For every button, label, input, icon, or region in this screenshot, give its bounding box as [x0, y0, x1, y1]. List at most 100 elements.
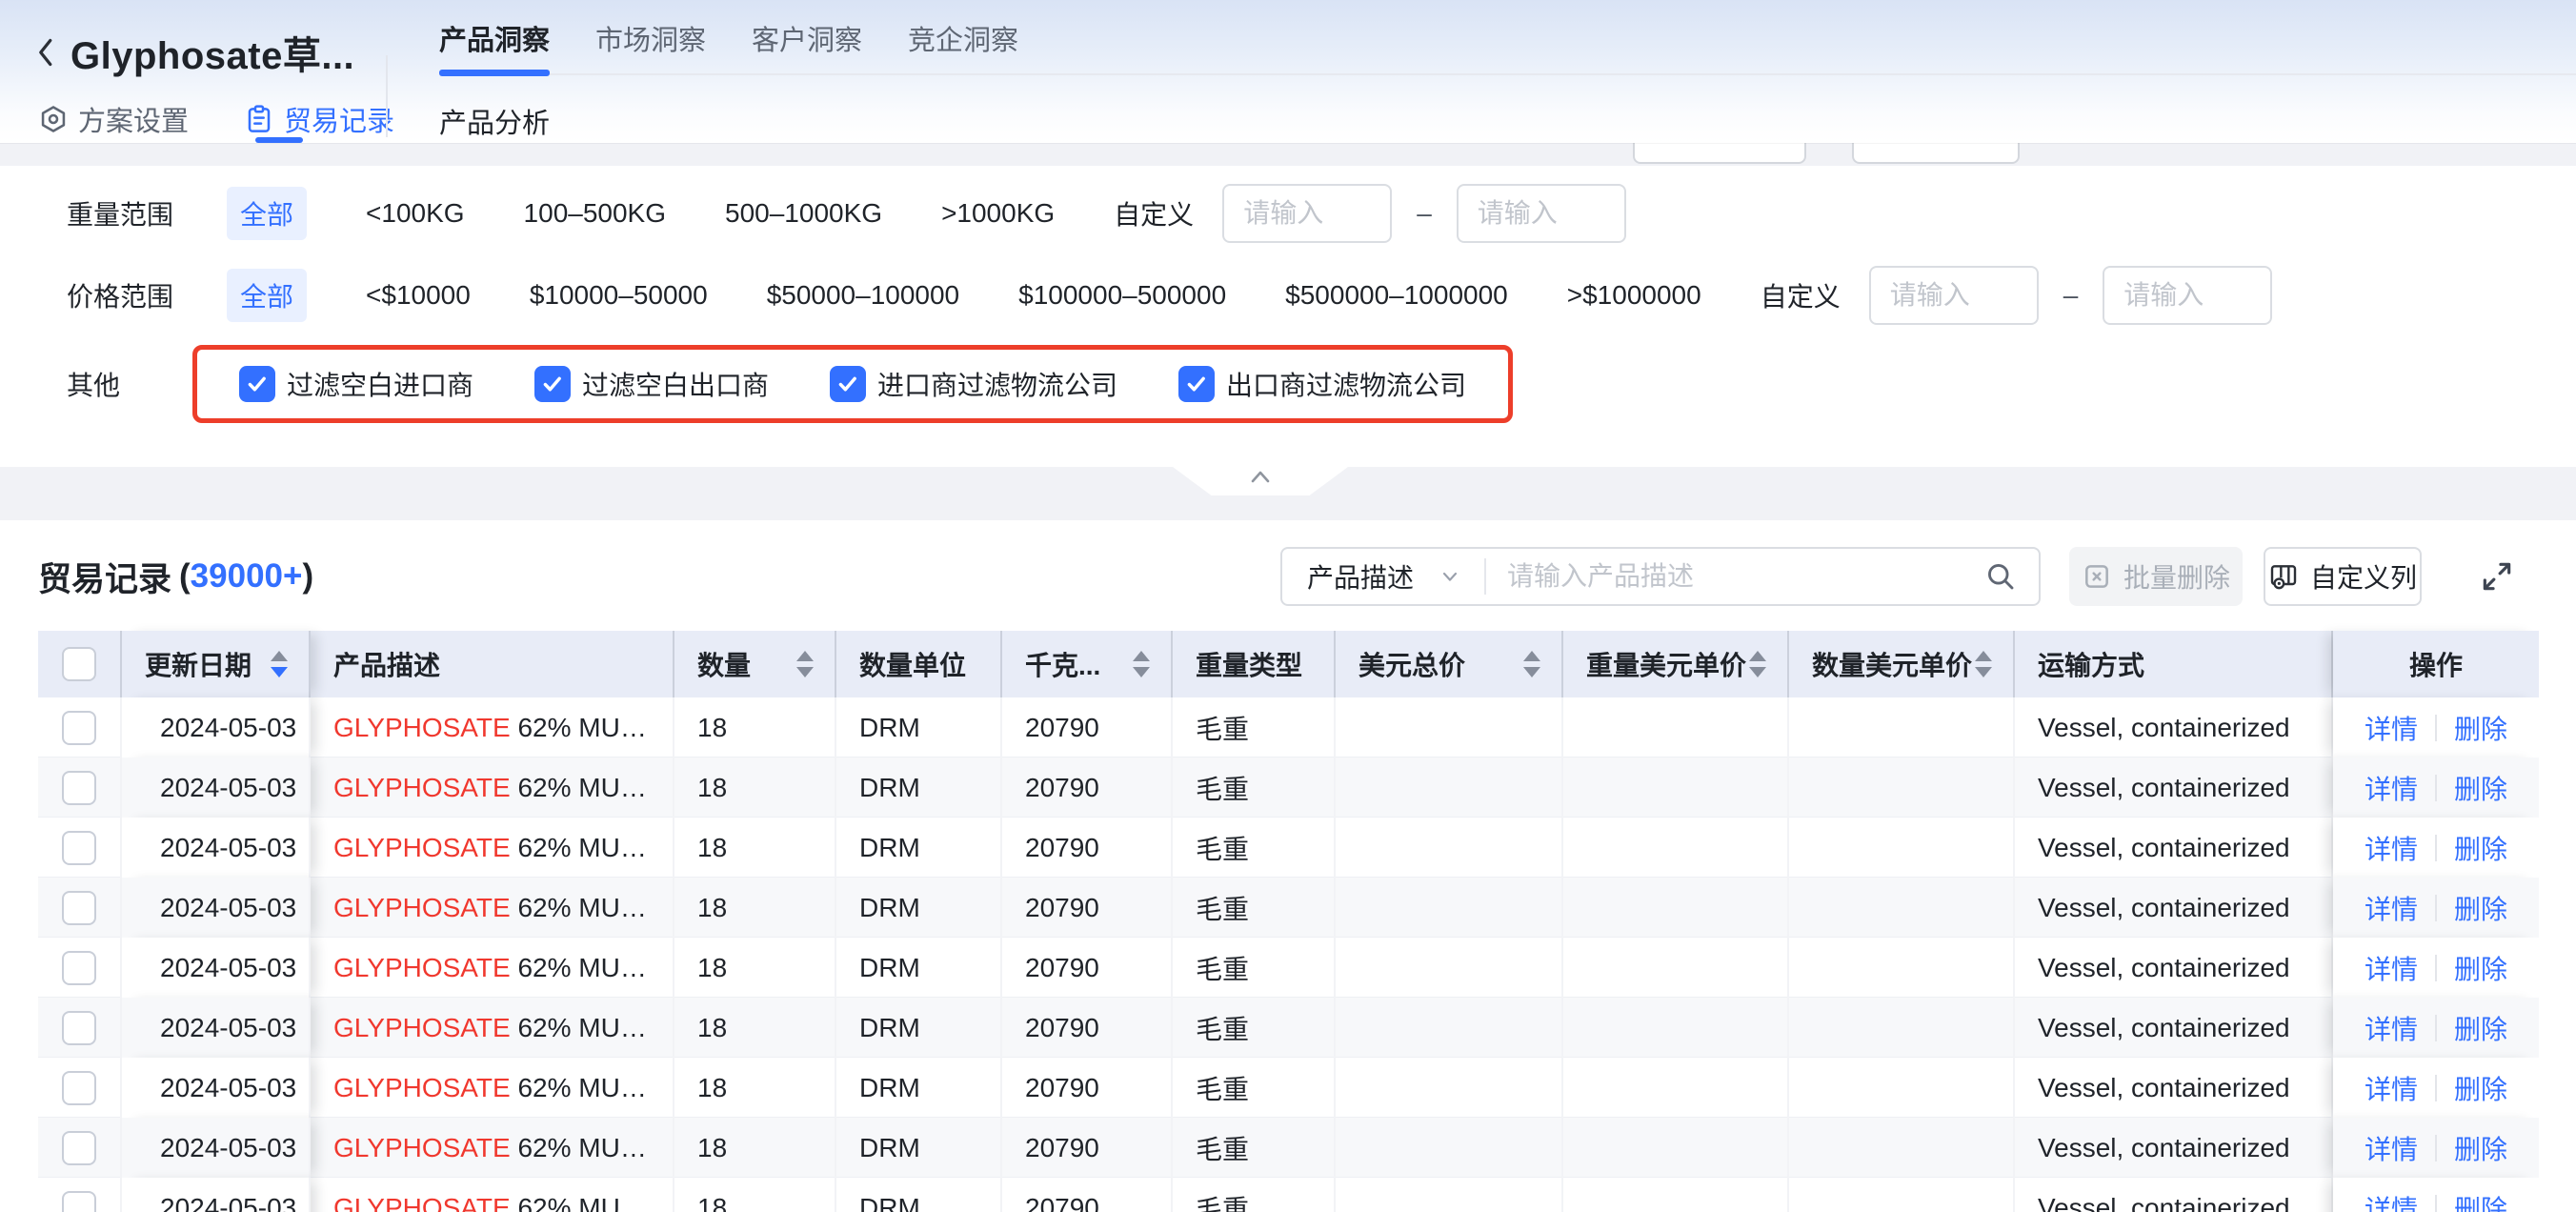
weight-option-lt100[interactable]: <100KG: [366, 198, 465, 229]
price-option-10000-50000[interactable]: $10000–50000: [530, 280, 708, 311]
highlighted-keyword: GLYPHOSATE: [333, 713, 511, 742]
checked-checkbox-icon: [1178, 366, 1215, 402]
sort-carets[interactable]: [1133, 651, 1156, 677]
detail-link[interactable]: 详情: [2365, 769, 2418, 807]
price-option-500000-1000000[interactable]: $500000–1000000: [1285, 280, 1508, 311]
back-icon[interactable]: [32, 33, 61, 71]
col-usd-weight-price[interactable]: 重量美元单价: [1563, 631, 1789, 697]
delete-link[interactable]: 删除: [2454, 1009, 2507, 1047]
checkbox-filter-blank-importer[interactable]: 过滤空白进口商: [239, 365, 473, 403]
tab-competitor-insight[interactable]: 竞企洞察: [908, 18, 1018, 58]
delete-link[interactable]: 删除: [2454, 1189, 2507, 1212]
col-usd-total[interactable]: 美元总价: [1336, 631, 1563, 697]
cell-kilograms: 20790: [1002, 1118, 1173, 1178]
sort-carets[interactable]: [796, 651, 819, 677]
cell-update-date: 2024-05-03: [122, 1118, 311, 1178]
search-icon[interactable]: [1983, 559, 2039, 594]
cell-kilograms: 20790: [1002, 697, 1173, 758]
price-min-input[interactable]: [1869, 266, 2039, 325]
price-option-gt1000000[interactable]: >$1000000: [1567, 280, 1701, 311]
sort-carets[interactable]: [1749, 651, 1772, 677]
cell-update-date: 2024-05-03: [122, 758, 311, 818]
subnav-item-trade-records[interactable]: 贸易记录: [244, 99, 394, 139]
row-checkbox[interactable]: [38, 758, 122, 818]
table-row: 2024-05-03GLYPHOSATE 62% MUP – I...18DRM…: [38, 818, 2538, 878]
search-field-select[interactable]: 产品描述: [1282, 549, 1484, 604]
sort-carets[interactable]: [1523, 651, 1546, 677]
row-checkbox[interactable]: [38, 697, 122, 758]
detail-link[interactable]: 详情: [2365, 889, 2418, 927]
weight-option-gt1000[interactable]: >1000KG: [941, 198, 1055, 229]
table-header-row: 更新日期 产品描述 数量 数量单位 千克... 重量类型 美元总价 重量美元单价: [38, 631, 2538, 697]
subnav-label: 贸易记录: [284, 99, 394, 139]
delete-link[interactable]: 删除: [2454, 1129, 2507, 1167]
cell-usd-qty-price: [1789, 1058, 2015, 1118]
col-quantity[interactable]: 数量: [674, 631, 836, 697]
delete-link[interactable]: 删除: [2454, 889, 2507, 927]
cell-quantity: 18: [674, 938, 836, 998]
cell-actions: 详情删除: [2333, 878, 2539, 938]
cell-weight-type: 毛重: [1173, 818, 1336, 878]
price-option-50000-100000[interactable]: $50000–100000: [767, 280, 959, 311]
price-option-all[interactable]: 全部: [227, 269, 307, 322]
col-usd-qty-price[interactable]: 数量美元单价: [1789, 631, 2015, 697]
checkbox-filter-blank-exporter[interactable]: 过滤空白出口商: [534, 365, 769, 403]
detail-link[interactable]: 详情: [2365, 1009, 2418, 1047]
table-row: 2024-05-03GLYPHOSATE 62% MUP – I...18DRM…: [38, 697, 2538, 758]
detail-link[interactable]: 详情: [2365, 1189, 2418, 1212]
records-toolbar: 贸易记录 (39000+) 产品描述 批量删除 自定: [38, 547, 2538, 606]
highlighted-keyword: GLYPHOSATE: [333, 833, 511, 862]
search-input[interactable]: [1486, 561, 1983, 592]
price-filter-row: 价格范围 全部 <$10000 $10000–50000 $50000–1000…: [67, 265, 2576, 326]
tab-customer-insight[interactable]: 客户洞察: [752, 18, 862, 58]
subnav-item-scheme-settings[interactable]: 方案设置: [38, 99, 189, 139]
weight-min-input[interactable]: [1222, 184, 1392, 243]
subtab-product-analysis[interactable]: 产品分析: [439, 101, 550, 141]
custom-columns-button[interactable]: 自定义列: [2264, 547, 2422, 606]
cell-usd-weight-price: [1563, 758, 1789, 818]
row-checkbox[interactable]: [38, 938, 122, 998]
tab-market-insight[interactable]: 市场洞察: [595, 18, 706, 58]
delete-link[interactable]: 删除: [2454, 829, 2507, 867]
row-checkbox[interactable]: [38, 1118, 122, 1178]
detail-link[interactable]: 详情: [2365, 949, 2418, 987]
checkbox-importer-filter-logistics[interactable]: 进口商过滤物流公司: [830, 365, 1117, 403]
cutoff-control-2: [1852, 143, 2020, 164]
detail-link[interactable]: 详情: [2365, 1129, 2418, 1167]
weight-max-input[interactable]: [1457, 184, 1626, 243]
tabs-hairline: [439, 73, 2576, 75]
cell-usd-total: [1336, 878, 1563, 938]
detail-link[interactable]: 详情: [2365, 1069, 2418, 1107]
price-option-lt10000[interactable]: <$10000: [366, 280, 471, 311]
batch-delete-button[interactable]: 批量删除: [2069, 547, 2243, 606]
delete-link[interactable]: 删除: [2454, 949, 2507, 987]
cell-usd-qty-price: [1789, 878, 2015, 938]
delete-link[interactable]: 删除: [2454, 1069, 2507, 1107]
price-max-input[interactable]: [2103, 266, 2272, 325]
tab-product-insight[interactable]: 产品洞察: [439, 18, 550, 58]
row-checkbox[interactable]: [38, 1178, 122, 1212]
weight-option-100-500[interactable]: 100–500KG: [524, 198, 666, 229]
select-all-checkbox[interactable]: [38, 631, 122, 697]
cell-quantity-unit: DRM: [836, 818, 1002, 878]
sort-carets[interactable]: [1975, 651, 1998, 677]
row-checkbox[interactable]: [38, 878, 122, 938]
detail-link[interactable]: 详情: [2365, 829, 2418, 867]
table-row: 2024-05-03GLYPHOSATE 62% MUP – I...18DRM…: [38, 998, 2538, 1058]
fullscreen-icon[interactable]: [2479, 558, 2515, 595]
checkbox-label: 进口商过滤物流公司: [877, 365, 1117, 403]
row-checkbox[interactable]: [38, 1058, 122, 1118]
checkbox-exporter-filter-logistics[interactable]: 出口商过滤物流公司: [1178, 365, 1466, 403]
col-update-date[interactable]: 更新日期: [122, 631, 311, 697]
weight-option-all[interactable]: 全部: [227, 187, 307, 240]
row-checkbox[interactable]: [38, 818, 122, 878]
delete-link[interactable]: 删除: [2454, 709, 2507, 747]
clipboard-icon: [244, 104, 274, 134]
detail-link[interactable]: 详情: [2365, 709, 2418, 747]
sort-carets[interactable]: [271, 651, 293, 677]
weight-option-500-1000[interactable]: 500–1000KG: [725, 198, 882, 229]
delete-link[interactable]: 删除: [2454, 769, 2507, 807]
row-checkbox[interactable]: [38, 998, 122, 1058]
col-kilograms[interactable]: 千克...: [1002, 631, 1173, 697]
price-option-100000-500000[interactable]: $100000–500000: [1018, 280, 1226, 311]
